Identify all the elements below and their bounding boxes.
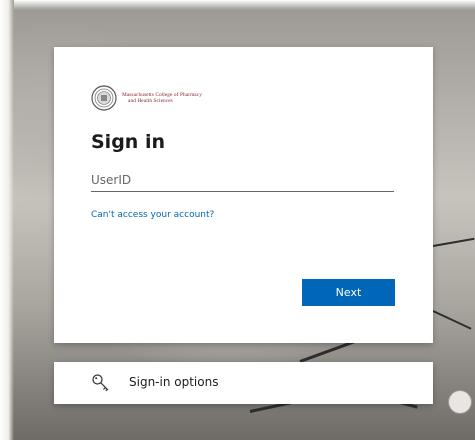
sign-in-options-button[interactable]: Sign-in options xyxy=(54,362,433,404)
sign-in-options-label: Sign-in options xyxy=(129,375,219,389)
key-icon xyxy=(92,374,109,392)
sign-in-card: Massachusetts College of Pharmacy and He… xyxy=(54,47,433,343)
next-button[interactable]: Next xyxy=(302,279,395,306)
background-molecule-stick xyxy=(432,237,475,247)
college-logo: Massachusetts College of Pharmacy and He… xyxy=(91,84,202,112)
background-molecule-stick xyxy=(432,310,472,330)
background-molecule-atom xyxy=(448,390,472,414)
college-name-line2: and Health Sciences xyxy=(128,98,173,104)
college-name: Massachusetts College of Pharmacy and He… xyxy=(122,92,202,105)
userid-input[interactable] xyxy=(91,169,394,192)
cant-access-account-link[interactable]: Can't access your account? xyxy=(91,210,214,220)
page-title: Sign in xyxy=(91,131,165,153)
college-seal-icon xyxy=(91,85,117,111)
